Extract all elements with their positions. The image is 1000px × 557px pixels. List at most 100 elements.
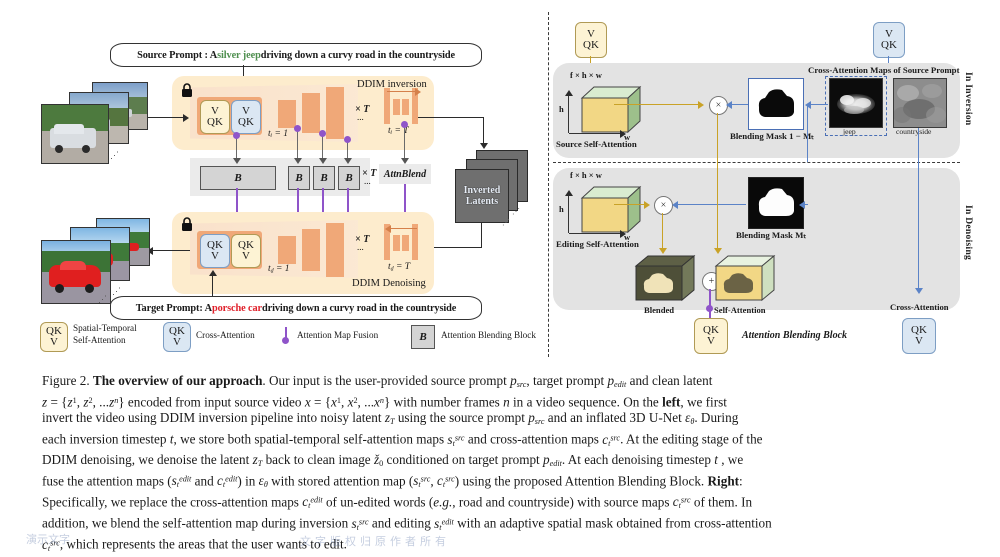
cross-attention-map-countryside-caption: countryside: [896, 127, 932, 136]
mask-feed-head: [799, 201, 805, 209]
caption-line-2: z = {z1, z2, ...zn} encoded from input s…: [42, 394, 727, 410]
qkv-bottom: V: [915, 335, 923, 347]
blended-attention-cube: [628, 252, 700, 308]
caption-line-4: each inversion timestep t, we store both…: [42, 431, 763, 448]
b-feed-head-5: [401, 158, 409, 164]
denoising-cube-w-arrow-head: [620, 230, 626, 238]
legend-self-attention-icon: QK V: [40, 322, 68, 352]
inversion-cube-w-arrow: [569, 133, 621, 135]
caption-line-8: addition, we blend the self-attention ma…: [42, 515, 772, 532]
source-prompt-suffix: driving down a curvy road in the country…: [260, 49, 455, 61]
ddim-denoising-title: DDIM Denoising: [352, 278, 426, 289]
inversion-step-start-label: tᵢ = 1: [268, 129, 289, 139]
target-prompt-arrow-head: [208, 270, 217, 276]
figure-caption: Figure 2. The overview of our approach. …: [42, 373, 958, 557]
denoising-cube-h-axis: h: [559, 204, 564, 214]
right-inversion-self-attn-input[interactable]: V QK: [575, 22, 607, 58]
inversion-fusion-dot-4: [344, 136, 351, 143]
inverted-latents-line2: Latents: [465, 196, 499, 207]
attention-blending-block-wide[interactable]: B: [200, 166, 276, 190]
source-self-attention-cube: [566, 80, 646, 140]
inversion-cross-attention-box[interactable]: V QK: [231, 100, 261, 134]
denoise-cross-attn-bottom-label: V: [242, 250, 250, 262]
caption-line-9: ctsrc, which represents the areas that t…: [42, 536, 347, 553]
legend-self-attention-label: Spatial-Temporal Self-Attention: [73, 323, 137, 346]
legend: QK V Spatial-Temporal Self-Attention QK …: [40, 320, 540, 352]
denoising-unet-stage-3: [326, 223, 344, 277]
self-attention-caption: Self-Attention: [714, 305, 766, 315]
latents-to-denoise-drop: [481, 222, 483, 248]
countryside-map-branch-down: [918, 128, 920, 162]
edited-frames-ellipsis-2: ⋰: [98, 294, 107, 304]
b-feed-head-1: [233, 158, 241, 164]
legend-self-attn-line2: Self-Attention: [73, 334, 126, 345]
inversion-compact-unet-mid2: [402, 99, 409, 115]
inversion-to-latents-head: [480, 143, 488, 149]
denoising-cross-attention-box[interactable]: QK V: [231, 234, 261, 268]
target-prompt-highlight: porsche car: [211, 302, 263, 314]
caption-line-5: DDIM denoising, we denoise the latent zT…: [42, 451, 744, 468]
attention-blending-block-2[interactable]: B: [313, 166, 335, 190]
denoising-cube-h-arrow-head: [565, 190, 573, 196]
caption-line-3: invert the video using DDIM inversion pi…: [42, 410, 739, 427]
cross-attention-output-qkv[interactable]: QK V: [902, 318, 936, 354]
editing-self-attention-cube: [566, 180, 646, 240]
inversion-to-latents-line: [418, 117, 484, 119]
denoising-compact-unet-arrow: [388, 228, 417, 229]
inversion-compact-unet-arrow: [387, 91, 417, 92]
inversion-mask-to-mul-arrow: [730, 104, 748, 106]
cross-attention-map-jeep-caption: jeep: [843, 127, 856, 136]
inversion-denoising-divider: [553, 162, 960, 163]
denoising-cube-dims-label: f × h × w: [570, 170, 602, 180]
attention-blending-block-1[interactable]: B: [288, 166, 310, 190]
denoising-output-arrow: [150, 250, 190, 252]
cross-attention-map-countryside: [893, 78, 947, 128]
inversion-self-attention-box[interactable]: V QK: [200, 100, 230, 134]
right-inversion-cross-attn-input[interactable]: V QK: [873, 22, 905, 58]
edited-video-frames: ⋰ ⋰: [40, 218, 152, 306]
denoising-cube-h-arrow: [568, 195, 570, 233]
blend-output-line: [709, 289, 711, 318]
blended-caption: Blended: [644, 305, 675, 315]
target-prompt-box: Target Prompt: A porsche car driving dow…: [110, 296, 482, 320]
inversion-mask-to-mul-head: [726, 101, 732, 109]
latents-ellipsis-2: ⋰: [502, 218, 510, 227]
denoising-mask-to-mul-head: [672, 201, 678, 209]
inversion-input-arrow: [146, 117, 184, 119]
denoising-cube-w-arrow: [569, 233, 621, 235]
b-feed-head-2: [294, 158, 302, 164]
lock-icon: [180, 82, 194, 98]
latents-ellipsis-1: ⋰: [512, 207, 520, 216]
inversion-fusion-dot-2: [294, 125, 301, 132]
denoising-self-attention-box[interactable]: QK V: [200, 234, 230, 268]
inversion-mul-to-blend-line: [717, 113, 719, 250]
inversion-cube-w-arrow-head: [620, 130, 626, 138]
denoising-multiply-operator: ×: [654, 196, 673, 215]
denoising-selfattn-to-mul-head: [644, 201, 650, 209]
denoising-blending-mask: [748, 177, 804, 229]
cross-attention-map-jeep: [829, 78, 883, 128]
inversion-compact-unet-arrow-head: [415, 88, 421, 96]
attention-blending-block-title: Attention Blending Block: [742, 330, 848, 341]
qkv-bottom: V: [707, 335, 715, 347]
caption-line-1: Figure 2. The overview of our approach. …: [42, 373, 713, 389]
caption-line-7: Specifically, we replace the cross-atten…: [42, 494, 753, 511]
edited-frames-ellipsis-1: ⋰: [112, 286, 121, 296]
blending-output-qkv[interactable]: QK V: [694, 318, 728, 354]
target-prompt-suffix: driving down a curvy road in the country…: [262, 302, 457, 314]
qkv-bottom: QK: [881, 39, 897, 51]
inversion-mask-caption: Blending Mask 1 − Mₜ: [730, 131, 814, 141]
legend-blending-block-label: Attention Blending Block: [441, 330, 536, 340]
inverted-latents-line1: Inverted: [463, 184, 501, 196]
denoising-compact-unet-arrow-head: [385, 225, 391, 233]
jeep-map-branch-down: [807, 104, 809, 162]
attention-blending-block-3[interactable]: B: [338, 166, 360, 190]
self-attn-bottom-label: QK: [207, 116, 223, 128]
denoising-unet-stage-1: [278, 236, 296, 264]
lock-icon: [180, 216, 194, 232]
b-feed-head-4: [344, 158, 352, 164]
legend-fusion-label: Attention Map Fusion: [297, 330, 379, 340]
attention-map-fusion-icon: [282, 327, 290, 345]
cross-attention-maps-title: Cross-Attention Maps of Source Prompt: [808, 65, 960, 75]
inversion-blending-mask: [748, 78, 804, 130]
